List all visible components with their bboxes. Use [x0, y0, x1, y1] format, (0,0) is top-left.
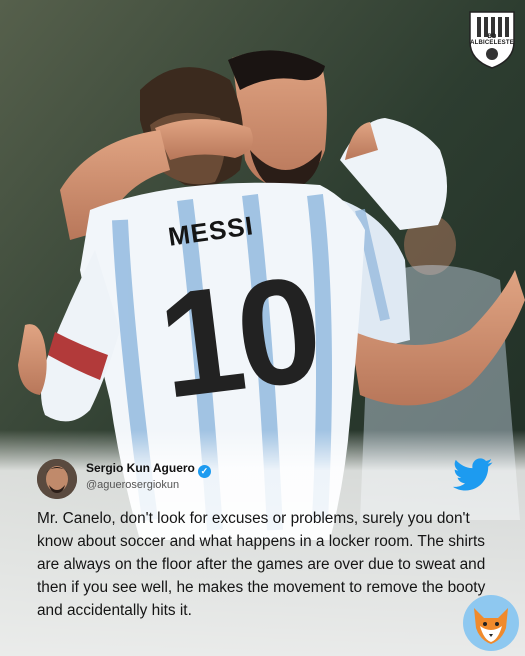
jersey-number: 10: [150, 244, 325, 430]
author-name-text: Sergio Kun Aguero: [86, 461, 195, 475]
twitter-bird-icon[interactable]: [453, 458, 493, 492]
tweet-text: Mr. Canelo, don't look for excuses or pr…: [37, 510, 486, 619]
tweet-handle[interactable]: @aguerosergiokun: [86, 479, 179, 491]
brand-badge-text: BD ALBICELESTE: [470, 34, 514, 46]
avatar[interactable]: [37, 459, 77, 499]
verified-icon: ✓: [197, 465, 211, 478]
tweet-author-name[interactable]: Sergio Kun Aguero ✓: [86, 461, 211, 478]
post-image: MESSI 10 BD ALBICELESTE Sergio Kun Aguer…: [0, 0, 525, 656]
fox-logo-icon: [463, 595, 519, 651]
avatar-image: [37, 459, 77, 499]
